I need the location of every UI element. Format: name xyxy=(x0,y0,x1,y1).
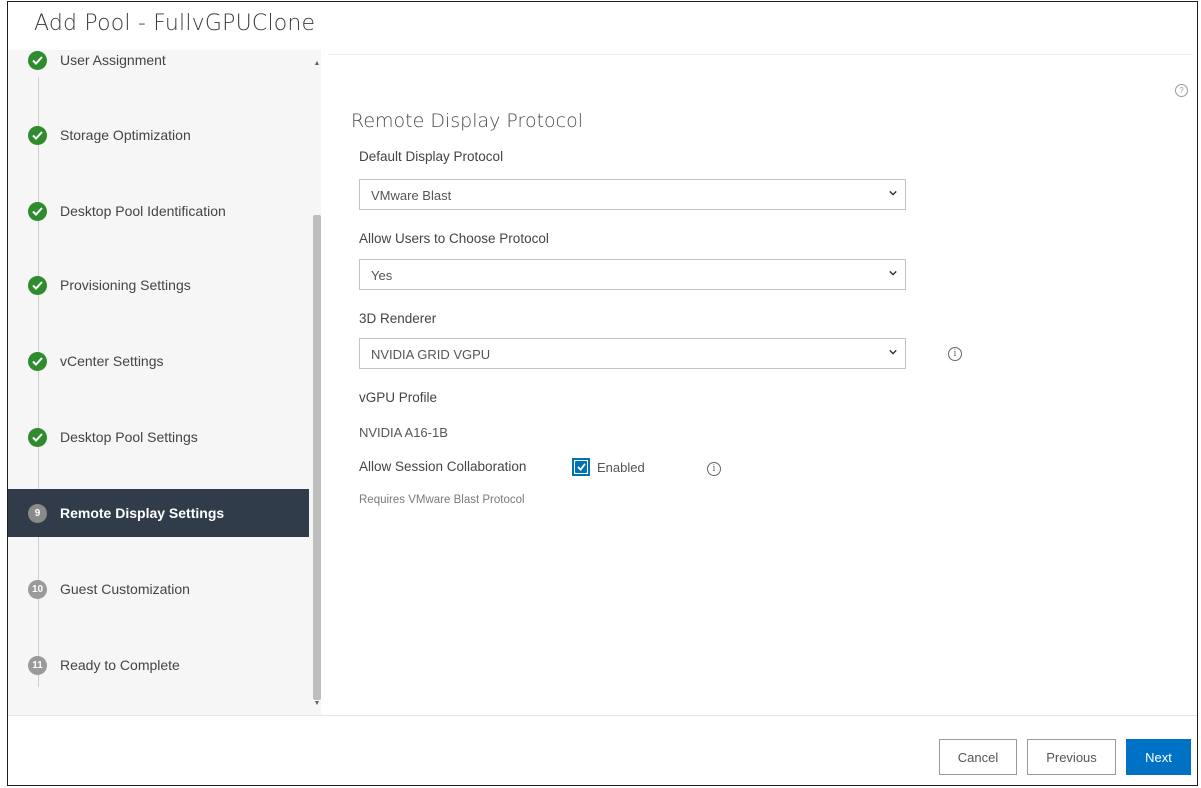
renderer-info-icon[interactable]: i xyxy=(948,347,962,361)
vgpu-profile-label: vGPU Profile xyxy=(359,390,438,405)
section-title: Remote Display Protocol xyxy=(351,110,583,132)
step-label: User Assignment xyxy=(60,52,166,68)
renderer-select[interactable]: NVIDIA GRID VGPU xyxy=(359,338,906,369)
step-guest-customization[interactable]: 10 Guest Customization xyxy=(8,565,309,613)
check-icon xyxy=(28,201,47,221)
step-vcenter-settings[interactable]: vCenter Settings xyxy=(8,337,309,385)
allow-choose-label: Allow Users to Choose Protocol xyxy=(359,231,549,246)
wizard-sidebar: User Assignment Storage Optimization Des… xyxy=(8,50,321,715)
step-label: Storage Optimization xyxy=(60,127,191,143)
session-collab-checkbox-label[interactable]: Enabled xyxy=(597,460,645,475)
step-label: Provisioning Settings xyxy=(60,277,191,293)
chevron-down-icon xyxy=(889,270,897,276)
header-divider xyxy=(328,54,1193,55)
help-icon[interactable]: ? xyxy=(1175,84,1188,97)
default-protocol-select[interactable]: VMware Blast xyxy=(359,179,906,210)
footer-divider xyxy=(8,715,1197,716)
next-button[interactable]: Next xyxy=(1126,739,1191,775)
step-ready-to-complete[interactable]: 11 Ready to Complete xyxy=(8,641,309,689)
step-storage-optimization[interactable]: Storage Optimization xyxy=(8,111,309,159)
previous-button[interactable]: Previous xyxy=(1027,739,1116,775)
renderer-value: NVIDIA GRID VGPU xyxy=(371,347,491,362)
step-user-assignment[interactable]: User Assignment xyxy=(8,50,309,84)
default-protocol-value: VMware Blast xyxy=(371,188,452,203)
check-icon xyxy=(28,125,47,145)
check-icon xyxy=(28,427,47,447)
session-collab-label: Allow Session Collaboration xyxy=(359,459,527,474)
dialog-title: Add Pool - FullvGPUClone xyxy=(34,11,316,36)
allow-choose-select[interactable]: Yes xyxy=(359,259,906,290)
allow-choose-value: Yes xyxy=(371,268,393,283)
step-desktop-pool-identification[interactable]: Desktop Pool Identification xyxy=(8,187,309,235)
sidebar-scrollbar-thumb[interactable] xyxy=(313,215,321,700)
chevron-down-icon xyxy=(889,349,897,355)
step-desktop-pool-settings[interactable]: Desktop Pool Settings xyxy=(8,413,309,461)
scroll-up-icon[interactable]: ▲ xyxy=(313,60,321,67)
step-label: Desktop Pool Settings xyxy=(60,429,198,445)
check-icon xyxy=(28,275,47,295)
add-pool-dialog: Add Pool - FullvGPUClone User Assignment… xyxy=(7,1,1198,786)
check-icon xyxy=(28,351,47,371)
session-collab-checkbox[interactable] xyxy=(572,458,590,476)
session-collab-note: Requires VMware Blast Protocol xyxy=(359,494,525,506)
checkmark-icon xyxy=(576,463,586,471)
vgpu-profile-value: NVIDIA A16-1B xyxy=(359,425,448,440)
step-provisioning-settings[interactable]: Provisioning Settings xyxy=(8,261,309,309)
step-label: vCenter Settings xyxy=(60,353,164,369)
step-label: Ready to Complete xyxy=(60,657,180,673)
scroll-down-icon[interactable]: ▼ xyxy=(313,700,321,707)
step-number-badge: 9 xyxy=(28,503,47,523)
step-label: Desktop Pool Identification xyxy=(60,203,226,219)
step-number-badge: 10 xyxy=(28,579,47,599)
default-protocol-label: Default Display Protocol xyxy=(359,149,504,164)
step-remote-display-settings[interactable]: 9 Remote Display Settings xyxy=(8,489,309,537)
step-number-badge: 11 xyxy=(28,655,47,675)
renderer-label: 3D Renderer xyxy=(359,311,437,326)
chevron-down-icon xyxy=(889,190,897,196)
cancel-button[interactable]: Cancel xyxy=(939,739,1017,775)
check-icon xyxy=(28,50,47,70)
step-label: Guest Customization xyxy=(60,581,190,597)
session-collab-info-icon[interactable]: i xyxy=(707,462,721,476)
step-label: Remote Display Settings xyxy=(60,505,225,521)
